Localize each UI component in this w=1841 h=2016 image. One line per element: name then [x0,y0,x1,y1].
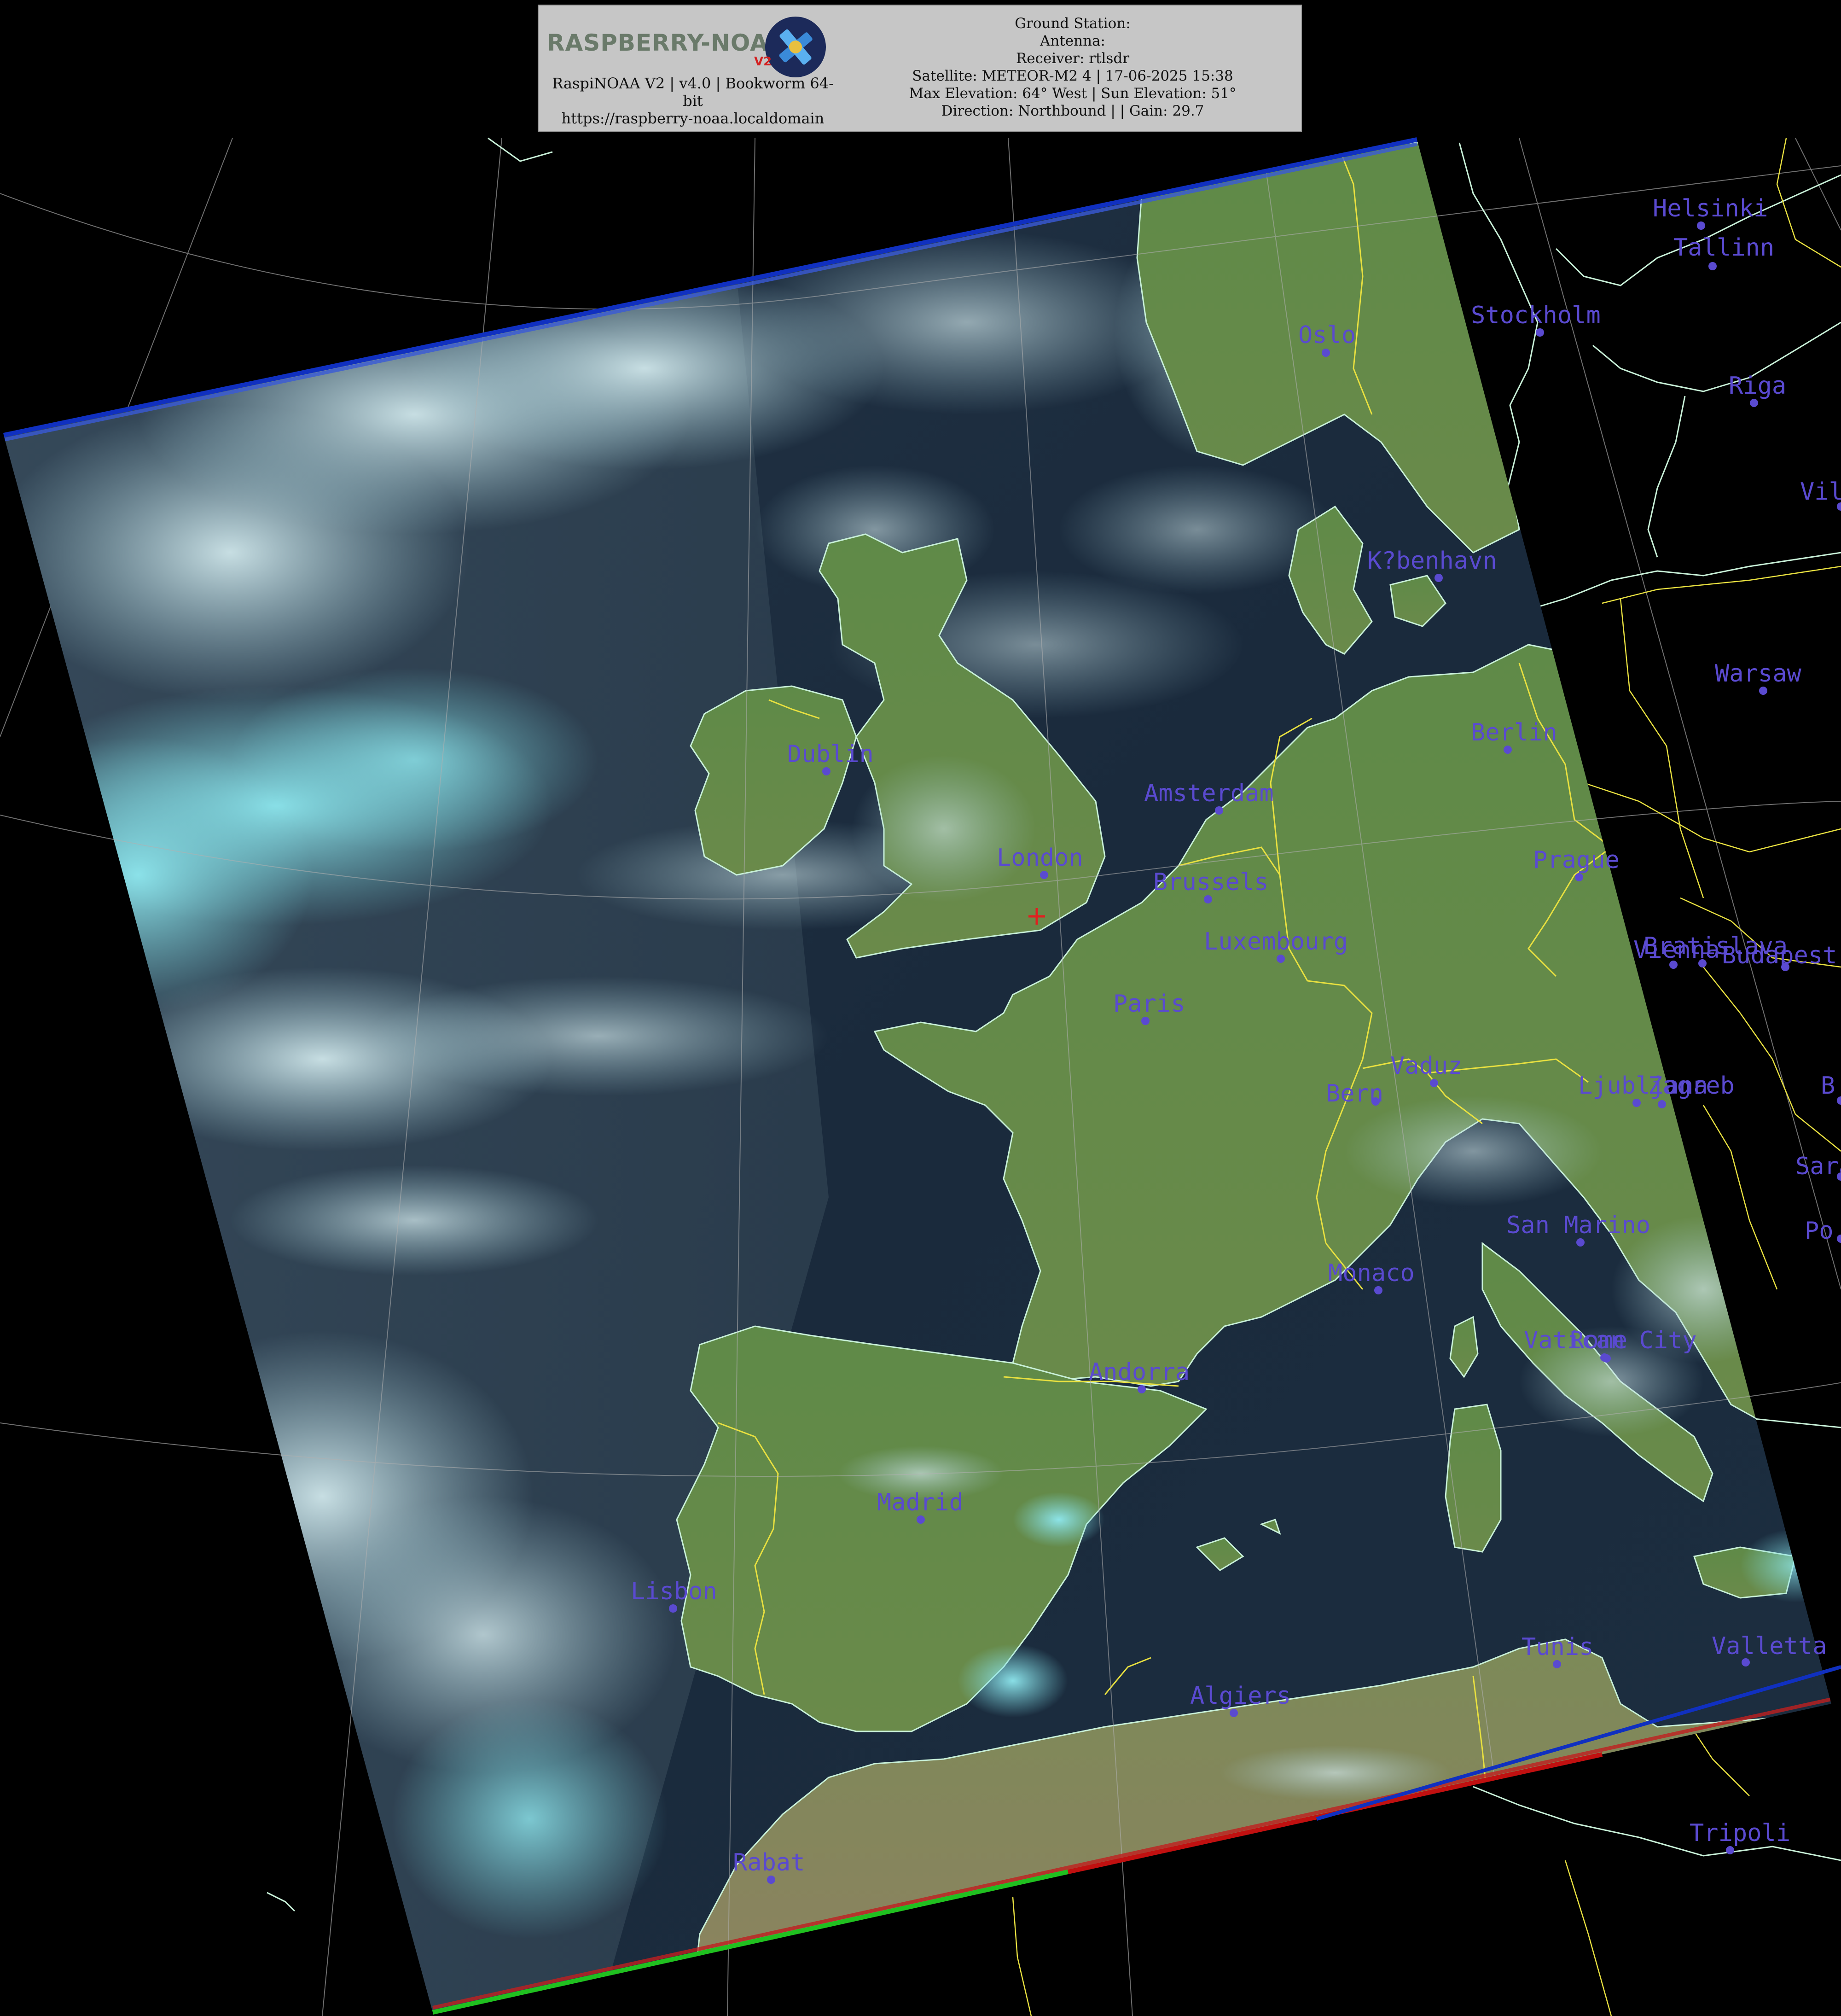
info-header: RASPBERRY-NOAA V2 RaspiNOAA V2 | v4.0 | … [538,5,1302,132]
city-dot-dublin [822,767,830,775]
pass-info: Ground Station: Antenna: Receiver: rtlsd… [852,15,1294,120]
city-dot-vaduz [1430,1079,1438,1087]
city-label-oslo: Oslo [1298,321,1356,349]
city-dot-riga [1750,399,1758,407]
city-label-b: B [1821,1072,1835,1100]
satellite-label: Satellite: METEOR-M2 4 | 17-06-2025 15:3… [912,68,1233,84]
city-dot-london [1040,871,1048,879]
city-label-tunis: Tunis [1522,1633,1594,1661]
satellite-logo-icon [765,17,826,77]
city-label-warsaw: Warsaw [1715,660,1802,688]
city-label-stockholm: Stockholm [1471,302,1601,329]
city-label-san-marino: San Marino [1506,1212,1650,1239]
city-dot-san-marino [1576,1238,1585,1247]
city-label-lisbon: Lisbon [631,1578,717,1605]
city-dot-warsaw [1759,687,1767,695]
city-label-vaduz: Vaduz [1390,1052,1463,1080]
city-dot-andorra [1138,1385,1146,1393]
elevation-label: Max Elevation: 64° West | Sun Elevation:… [909,85,1237,102]
city-dot-prague [1575,873,1583,881]
direction-label: Direction: Northbound | | Gain: 29.7 [941,103,1204,119]
software-version-line-cont: bit [683,92,703,110]
city-dot-monaco [1374,1286,1382,1294]
city-label-helsinki: Helsinki [1653,195,1768,222]
station-url: https://raspberry-noaa.localdomain [561,110,825,127]
city-label-paris: Paris [1113,990,1185,1018]
city-label-po: Po [1805,1217,1834,1245]
city-dot-brussels [1204,895,1212,903]
city-dot-ljubljana [1632,1099,1641,1107]
city-label-k-benhavn: K?benhavn [1367,547,1497,575]
city-label-tallinn: Tallinn [1673,234,1774,262]
city-label-viln: Viln [1800,478,1841,506]
city-label-valletta: Valletta [1712,1632,1827,1660]
logo-version-badge: V2 [754,55,772,69]
software-info: RaspiNOAA V2 | v4.0 | Bookworm 64- bit h… [543,75,842,127]
city-dot-k-benhavn [1434,574,1443,582]
city-label-budapest: Budapest [1722,942,1837,969]
city-dot-paris [1141,1017,1150,1025]
city-label-rome: Rome [1570,1327,1627,1354]
city-dot-zagreb [1658,1100,1666,1108]
receiver-label: Receiver: rtlsdr [1016,50,1130,67]
city-label-rabat: Rabat [733,1849,805,1876]
satellite-map: Helsinki Tallinn Stockholm Oslo Riga Viln K?be… [0,0,1841,2016]
city-label-madrid: Madrid [877,1489,964,1516]
city-dot-amsterdam [1215,806,1223,815]
logo: RASPBERRY-NOAA V2 [542,11,842,80]
city-label-algiers: Algiers [1190,1682,1291,1710]
city-dot-rome [1603,1354,1611,1363]
antenna-label: Antenna: [1040,33,1105,49]
city-dot-madrid [917,1515,925,1524]
city-dot-stockholm [1536,328,1544,337]
city-dot-lisbon [669,1604,677,1613]
city-label-amsterdam: Amsterdam [1144,780,1274,807]
city-label-zagreb: Zagreb [1648,1072,1735,1100]
city-label-saraje: Saraje [1795,1153,1841,1180]
city-label-tripoli: Tripoli [1690,1819,1790,1847]
city-label-prague: Prague [1533,846,1620,874]
city-label-luxembourg: Luxembourg [1204,928,1348,956]
city-label-monaco: Monaco [1328,1259,1415,1287]
city-dot-helsinki [1697,221,1705,230]
ground-station-label: Ground Station: [1015,15,1131,32]
city-label-london: London [997,844,1083,872]
city-dot-tallinn [1708,262,1717,270]
city-label-berlin: Berlin [1471,719,1557,746]
city-dot-tripoli [1726,1846,1734,1854]
city-label-brussels: Brussels [1153,868,1268,896]
software-version-line: RaspiNOAA V2 | v4.0 | Bookworm 64- [552,75,834,92]
city-label-vienna: Vienna [1633,936,1720,964]
city-dot-rabat [767,1876,775,1884]
city-label-andorra: Andorra [1089,1358,1190,1386]
city-label-dublin: Dublin [787,740,874,768]
city-dot-oslo [1322,349,1330,357]
city-dot-algiers [1230,1709,1238,1717]
city-dot-tunis [1553,1660,1561,1668]
city-label-bern: Bern [1326,1080,1383,1107]
city-label-riga: Riga [1729,372,1786,400]
city-dot-luxembourg [1277,955,1285,963]
logo-text: RASPBERRY-NOAA [547,29,787,56]
city-dot-berlin [1504,746,1512,754]
